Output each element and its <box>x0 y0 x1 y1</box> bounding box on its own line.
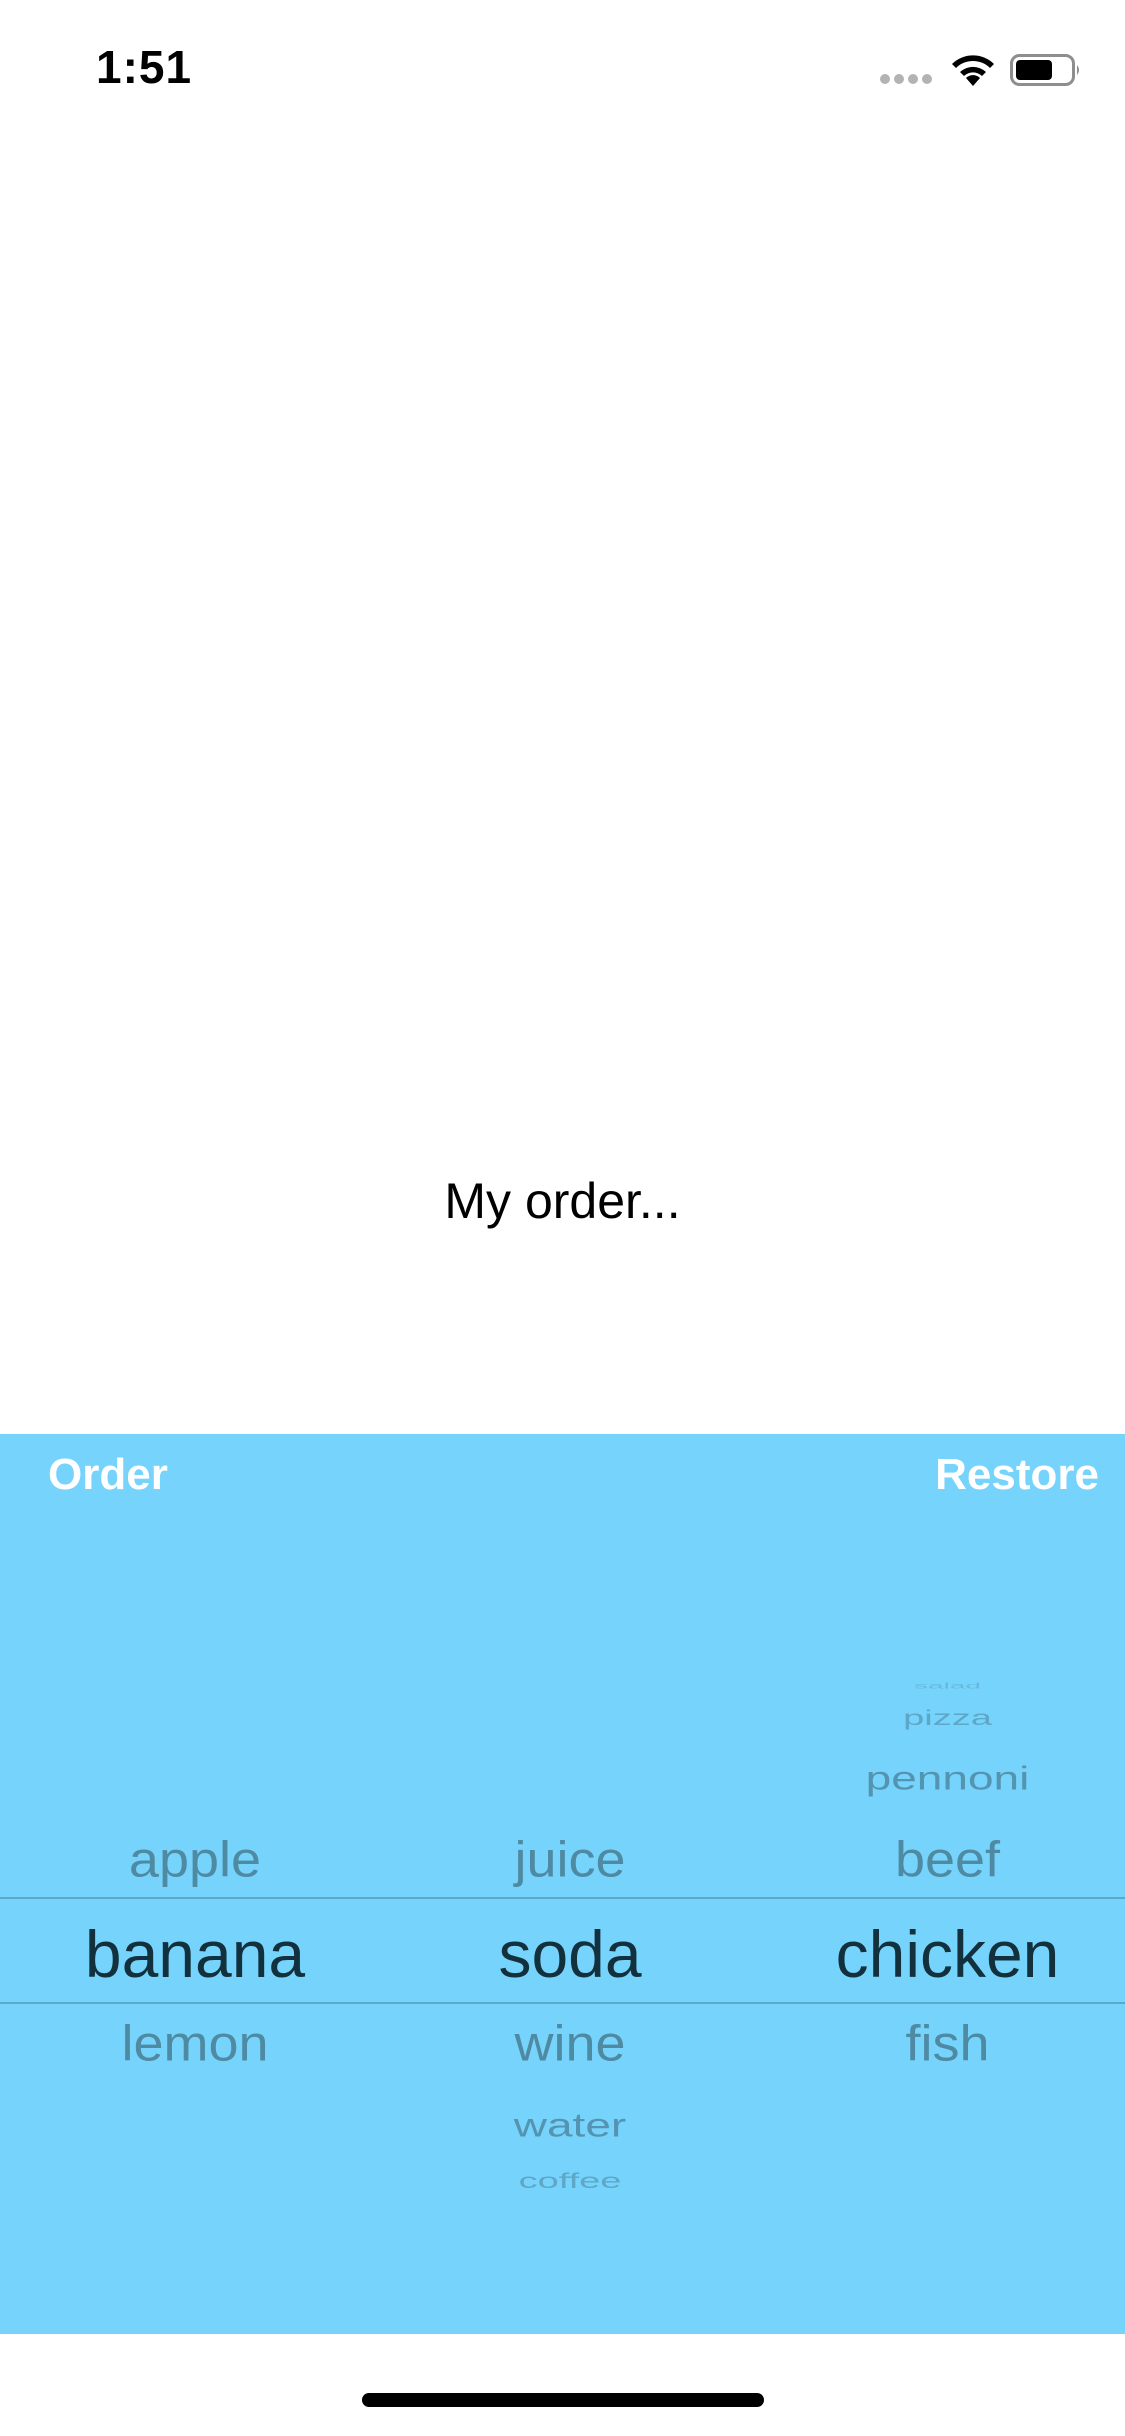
picker-option[interactable]: juice <box>380 1831 760 1888</box>
picker-option[interactable]: pennoni <box>760 1759 1125 1798</box>
picker-option[interactable]: water <box>380 2106 760 2145</box>
picker-selected-option[interactable]: chicken <box>760 1916 1125 1992</box>
picker-option[interactable]: pizza <box>760 1707 1125 1731</box>
picker-option[interactable]: fish <box>760 2015 1125 2072</box>
picker-selected-option[interactable]: banana <box>0 1916 390 1992</box>
home-indicator[interactable] <box>362 2393 764 2407</box>
picker-option[interactable]: coffee <box>380 2170 760 2194</box>
picker-column-main-dish[interactable]: salad pizza pennoni beef chicken fish <box>760 0 1125 2436</box>
picker-option[interactable]: salad <box>760 1681 1125 1691</box>
picker-column-fruit[interactable]: apple banana lemon <box>0 0 390 2436</box>
picker-option[interactable]: beef <box>760 1831 1125 1888</box>
picker-option[interactable]: lemon <box>0 2015 390 2072</box>
picker-selected-option[interactable]: soda <box>380 1916 760 1992</box>
picker-option[interactable]: apple <box>0 1831 390 1888</box>
app-screen: 1:51 My order... Order Restore apple ban… <box>0 0 1125 2436</box>
picker-column-drink[interactable]: juice soda wine water coffee <box>380 0 760 2436</box>
picker-option[interactable]: wine <box>380 2015 760 2072</box>
